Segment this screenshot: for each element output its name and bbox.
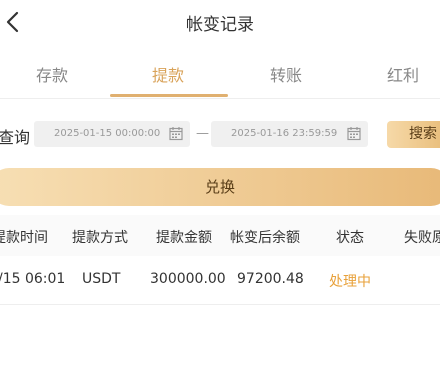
table-header: 提款时间 提款方式 提款金额 帐变后余额 状态 失败原	[0, 215, 440, 256]
start-date-input[interactable]: 2025-01-15 00:00:00	[34, 121, 190, 147]
cell-time: /15 06:01	[0, 271, 66, 287]
col-header-balance: 帐变后余额	[230, 230, 300, 246]
start-date-value: 2025-01-15 00:00:00	[54, 128, 161, 139]
tab-deposit[interactable]: 存款	[12, 62, 92, 86]
cell-amount: 300000.00	[150, 271, 226, 287]
exchange-button[interactable]: 兑换	[0, 168, 440, 206]
date-separator: —	[196, 126, 209, 141]
header-bar: 帐变记录	[0, 0, 440, 44]
query-label: 查询	[0, 128, 31, 147]
col-header-amount: 提款金额	[156, 230, 212, 246]
status-badge: 处理中	[329, 274, 371, 290]
col-header-time: 提款时间	[0, 230, 48, 246]
col-header-status: 状态	[336, 230, 364, 246]
table-row[interactable]: /15 06:01 USDT 300000.00 97200.48 处理中	[0, 256, 440, 304]
cell-method: USDT	[82, 271, 121, 287]
tab-withdraw[interactable]: 提款	[128, 62, 208, 86]
tab-bar: 存款 提款 转账 红利	[0, 44, 440, 98]
tab-bonus[interactable]: 红利	[363, 62, 440, 86]
row-divider	[0, 304, 440, 305]
tabs-divider	[0, 98, 440, 99]
page-title: 帐变记录	[186, 15, 254, 35]
tab-transfer[interactable]: 转账	[246, 62, 326, 86]
calendar-icon	[169, 126, 183, 141]
col-header-fail-reason: 失败原	[404, 230, 440, 246]
search-button[interactable]: 搜索	[387, 121, 440, 148]
cell-balance: 97200.48	[237, 271, 304, 287]
calendar-icon	[347, 126, 361, 141]
active-tab-indicator	[110, 94, 228, 97]
col-header-method: 提款方式	[72, 230, 128, 246]
end-date-input[interactable]: 2025-01-16 23:59:59	[211, 121, 368, 147]
end-date-value: 2025-01-16 23:59:59	[231, 128, 338, 139]
